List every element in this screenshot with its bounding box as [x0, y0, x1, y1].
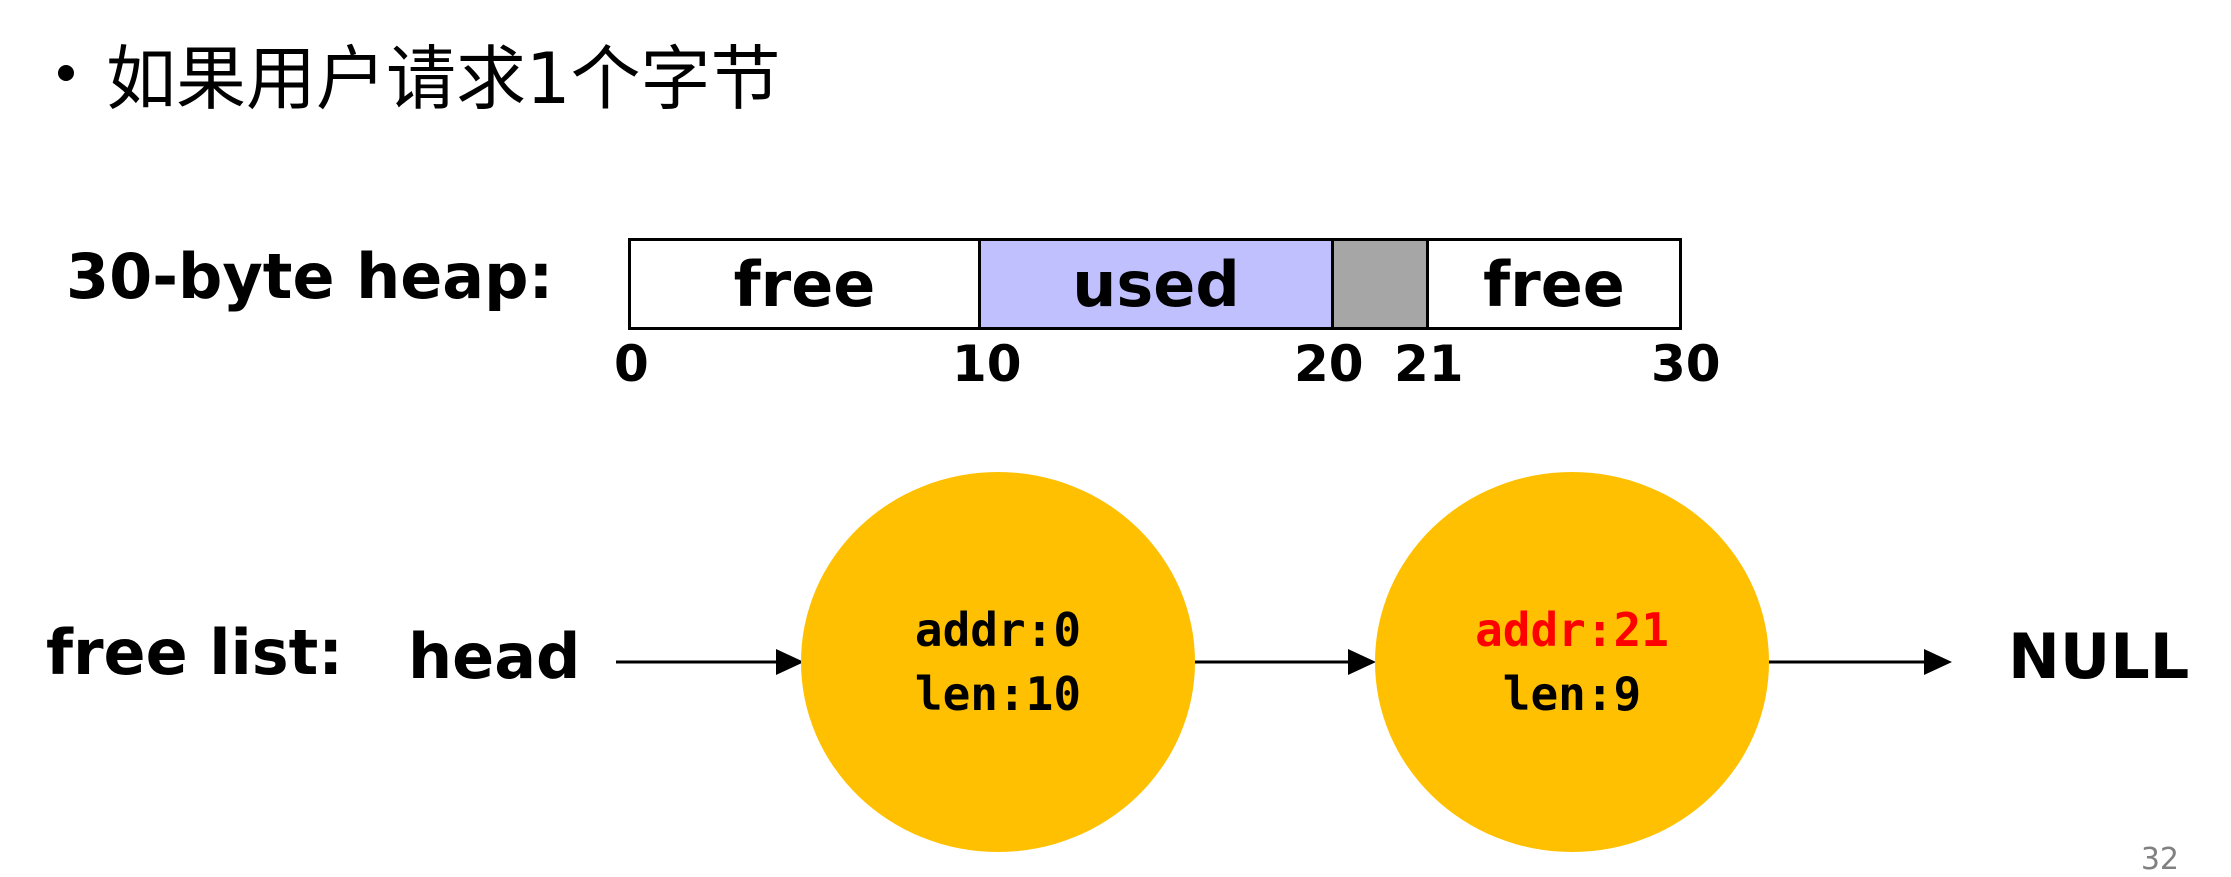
node-2-addr: addr:21	[1475, 603, 1669, 657]
node-2-len: len:9	[1502, 667, 1642, 721]
node-1-len: len:10	[914, 667, 1082, 721]
node-1-addr: addr:0	[914, 603, 1082, 657]
arrow-head-to-node1	[616, 649, 804, 675]
free-list-node-2: addr:21 len:9	[1375, 472, 1769, 852]
page-number: 32	[2140, 842, 2179, 877]
arrowhead-icon	[1348, 649, 1376, 675]
arrowhead-icon	[776, 649, 804, 675]
arrowhead-icon	[1924, 649, 1952, 675]
free-list-node-1: addr:0 len:10	[801, 472, 1195, 852]
arrow-node2-to-null	[1766, 649, 1952, 675]
null-label: NULL	[2008, 620, 2190, 693]
arrow-node1-to-node2	[1192, 649, 1376, 675]
